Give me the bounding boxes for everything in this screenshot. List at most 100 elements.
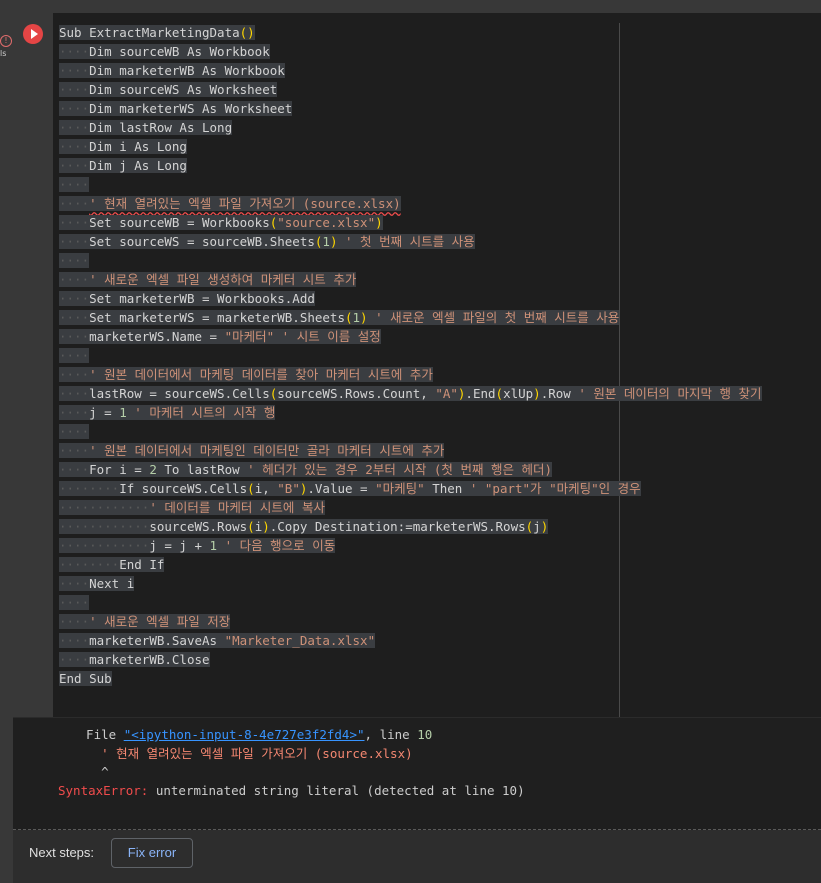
top-bar: [0, 0, 821, 13]
code-token: (: [495, 386, 504, 401]
code-line[interactable]: ····' 새로운 엑셀 파일 저장: [59, 612, 762, 631]
code-token: Set marketerWB = Workbooks.Add: [89, 291, 315, 306]
selected-text: ····' 현재 열려있는 엑셀 파일 가져오기 (source.xlsx): [59, 196, 401, 211]
code-line[interactable]: ····For i = 2 To lastRow ' 헤더가 있는 경우 2부터…: [59, 460, 762, 479]
code-line[interactable]: ····Set marketerWB = Workbooks.Add: [59, 289, 762, 308]
code-token: Dim j As Long: [89, 158, 187, 173]
code-line[interactable]: End Sub: [59, 669, 762, 688]
code-token: 1: [352, 310, 361, 325]
code-line[interactable]: ····' 현재 열려있는 엑셀 파일 가져오기 (source.xlsx): [59, 194, 762, 213]
selected-text: ····: [59, 177, 90, 192]
code-token: End Sub: [59, 671, 112, 686]
selected-text: ····j = 1 ' 마케터 시트의 시작 행: [59, 405, 276, 420]
code-line[interactable]: Sub ExtractMarketingData(): [59, 23, 762, 42]
code-token: 2: [149, 462, 157, 477]
code-lines[interactable]: Sub ExtractMarketingData() ····Dim source…: [59, 23, 762, 688]
indent-guide: ········: [59, 557, 120, 572]
code-token: sourceWS.Rows.Count,: [277, 386, 436, 401]
code-line[interactable]: ····Dim lastRow As Long: [59, 118, 762, 137]
selected-text: ············j = j + 1 ' 다음 행으로 이동: [59, 538, 336, 553]
code-comment: ' 새로운 엑셀 파일 생성하여 마케터 시트 추가: [89, 272, 357, 287]
code-line[interactable]: ····lastRow = sourceWS.Cells (sourceWS.Ro…: [59, 384, 762, 403]
code-line[interactable]: ········If sourceWS.Cells(i, "B").Value …: [59, 479, 762, 498]
selected-text: ····' 원본 데이터에서 마케팅인 데이터만 골라 마케터 시트에 추가: [59, 443, 445, 458]
code-line[interactable]: ····j = 1 ' 마케터 시트의 시작 행: [59, 403, 762, 422]
indent-guide: ····: [59, 215, 90, 230]
traceback-file-link[interactable]: "<ipython-input-8-4e727e3f2fd4>": [124, 727, 365, 742]
selected-text: ····Set marketerWB = Workbooks.Add: [59, 291, 315, 306]
selected-text: ····marketerWB.SaveAs "Marketer_Data.xls…: [59, 633, 376, 648]
code-line[interactable]: ····Dim sourceWS As Worksheet: [59, 80, 762, 99]
run-cell-button[interactable]: [23, 24, 43, 44]
code-token: ): [262, 519, 270, 534]
code-token: j: [533, 519, 541, 534]
code-line[interactable]: ············sourceWS.Rows(i).Copy Destin…: [59, 517, 762, 536]
selected-text: ············sourceWS.Rows(i).Copy Destin…: [59, 519, 549, 534]
selected-text: ····' 원본 데이터에서 마케팅 데이터를 찾아 마케터 시트에 추가: [59, 367, 433, 382]
traceback-file-line: File "<ipython-input-8-4e727e3f2fd4>", l…: [71, 727, 433, 742]
code-line[interactable]: ····marketerWB.SaveAs "Marketer_Data.xls…: [59, 631, 762, 650]
code-token: i,: [254, 481, 278, 496]
code-line[interactable]: ····: [59, 593, 762, 612]
code-token: (: [247, 481, 255, 496]
code-line[interactable]: ····' 원본 데이터에서 마케팅 데이터를 찾아 마케터 시트에 추가: [59, 365, 762, 384]
indent-guide: ············: [59, 519, 150, 534]
code-editor[interactable]: Sub ExtractMarketingData() ····Dim source…: [53, 13, 821, 717]
code-line[interactable]: ····: [59, 346, 762, 365]
selected-text: ····Dim sourceWB As Workbook: [59, 44, 270, 59]
code-line[interactable]: ····Set marketerWS = marketerWB.Sheets(1…: [59, 308, 762, 327]
selected-text: ····marketerWB.Close: [59, 652, 210, 667]
code-comment: ' 원본 데이터에서 마케팅 데이터를 찾아 마케터 시트에 추가: [89, 367, 433, 382]
selected-text: ····For i = 2 To lastRow ' 헤더가 있는 경우 2부터…: [59, 462, 553, 477]
code-line[interactable]: ····Dim i As Long: [59, 137, 762, 156]
code-line[interactable]: ········End If: [59, 555, 762, 574]
fix-error-button[interactable]: Fix error: [111, 838, 193, 868]
code-line[interactable]: ····: [59, 422, 762, 441]
code-line[interactable]: ····Set sourceWB = Workbooks("source.xls…: [59, 213, 762, 232]
indent-guide: ············: [59, 538, 150, 553]
indent-guide: ····: [59, 234, 90, 249]
selected-text: ····Set sourceWB = Workbooks("source.xls…: [59, 215, 383, 230]
selected-text: ····marketerWS.Name = "마케터" ' 시트 이름 설정: [59, 329, 381, 344]
indent-guide: ····: [59, 348, 90, 363]
code-line[interactable]: ············j = j + 1 ' 다음 행으로 이동: [59, 536, 762, 555]
indent-guide: ····: [59, 595, 90, 610]
indent-guide: ····: [59, 120, 90, 135]
selected-text: ····: [59, 595, 90, 610]
indent-guide: ····: [59, 424, 90, 439]
code-token: Set sourceWB = Workbooks: [89, 215, 270, 230]
code-line[interactable]: ····Dim marketerWB As Workbook: [59, 61, 762, 80]
selected-text: ····Dim j As Long: [59, 158, 187, 173]
code-line[interactable]: ····Dim marketerWS As Worksheet: [59, 99, 762, 118]
warning-icon[interactable]: !: [0, 35, 12, 47]
code-line[interactable]: ····Dim sourceWB As Workbook: [59, 42, 762, 61]
indent-guide: ····: [59, 63, 90, 78]
code-line[interactable]: ····: [59, 251, 762, 270]
code-comment: ' "part"가 "마케팅"인 경우: [462, 481, 641, 496]
code-line[interactable]: ····Dim j As Long: [59, 156, 762, 175]
code-line[interactable]: ············' 데이터를 마케터 시트에 복사: [59, 498, 762, 517]
indent-guide: ····: [59, 139, 90, 154]
code-token: Dim lastRow As Long: [89, 120, 233, 135]
indent-guide: ····: [59, 253, 90, 268]
code-token: "마케팅": [375, 481, 425, 496]
indent-guide: ····: [59, 386, 90, 401]
indent-guide: ····: [59, 462, 90, 477]
code-line[interactable]: ····Next i: [59, 574, 762, 593]
code-line[interactable]: ····marketerWS.Name = "마케터" ' 시트 이름 설정: [59, 327, 762, 346]
code-token: 1: [209, 538, 218, 553]
code-comment: ' 원본 데이터에서 마케팅인 데이터만 골라 마케터 시트에 추가: [89, 443, 445, 458]
code-line[interactable]: ····: [59, 175, 762, 194]
run-column: [13, 13, 53, 717]
code-line[interactable]: ····marketerWB.Close: [59, 650, 762, 669]
code-line[interactable]: ····' 원본 데이터에서 마케팅인 데이터만 골라 마케터 시트에 추가: [59, 441, 762, 460]
code-line[interactable]: ····' 새로운 엑셀 파일 생성하여 마케터 시트 추가: [59, 270, 762, 289]
indent-guide: ····: [59, 177, 90, 192]
code-line[interactable]: ····Set sourceWS = sourceWB.Sheets(1) ' …: [59, 232, 762, 251]
next-steps-label: Next steps:: [29, 845, 95, 860]
selected-text: ····: [59, 348, 90, 363]
code-token: .Row: [540, 386, 571, 401]
indent-guide: ····: [59, 329, 90, 344]
code-token: ): [533, 386, 541, 401]
code-token: Set sourceWS = sourceWB.Sheets: [89, 234, 315, 249]
